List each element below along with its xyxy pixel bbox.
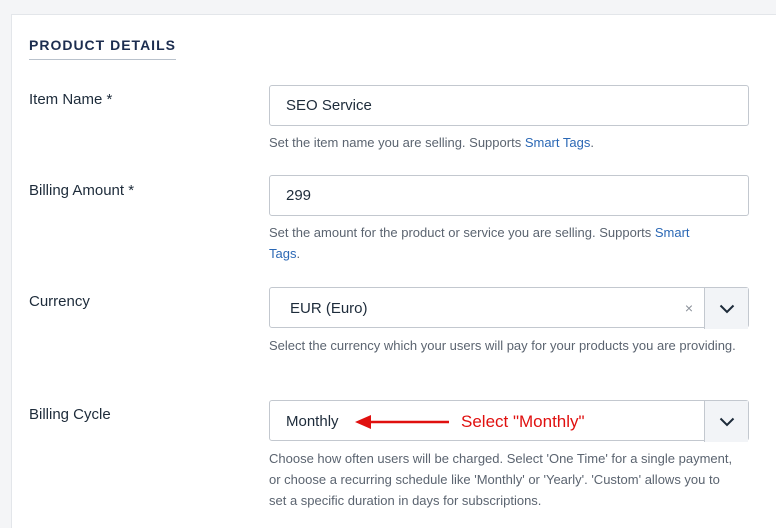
- billing-cycle-help: Choose how often users will be charged. …: [269, 451, 733, 508]
- smart-tags-link-part1[interactable]: Smart: [655, 225, 690, 240]
- smart-tags-link[interactable]: Smart Tags: [525, 135, 591, 150]
- item-name-input[interactable]: SEO Service: [269, 85, 749, 126]
- billing-amount-help: Set the amount for the product or servic…: [269, 222, 739, 264]
- billing-amount-label: Billing Amount *: [29, 182, 135, 199]
- section-title: PRODUCT DETAILS: [29, 37, 176, 60]
- billing-amount-help-text: Set the amount for the product or servic…: [269, 225, 655, 240]
- currency-dropdown-toggle[interactable]: [704, 288, 748, 329]
- close-icon[interactable]: ×: [685, 288, 693, 329]
- billing-amount-help-suffix: .: [296, 246, 301, 261]
- item-name-help: Set the item name you are selling. Suppo…: [269, 132, 739, 153]
- arrow-left-icon: [355, 415, 449, 429]
- smart-tags-link-part2[interactable]: Tags: [269, 246, 296, 261]
- billing-cycle-label: Billing Cycle: [29, 406, 111, 423]
- item-name-label: Item Name *: [29, 91, 113, 108]
- billing-cycle-dropdown-toggle[interactable]: [704, 401, 748, 442]
- annotation-text: Select "Monthly": [461, 412, 585, 431]
- product-details-panel: PRODUCT DETAILS Item Name * SEO Service …: [11, 14, 776, 528]
- chevron-down-icon: [719, 417, 734, 426]
- currency-select[interactable]: EUR (Euro) ×: [269, 287, 749, 329]
- currency-label: Currency: [29, 293, 90, 310]
- item-name-help-suffix: .: [590, 135, 594, 150]
- annotation: Select "Monthly": [355, 412, 585, 432]
- billing-amount-input[interactable]: 299: [269, 175, 749, 216]
- currency-help: Select the currency which your users wil…: [269, 338, 736, 353]
- item-name-help-text: Set the item name you are selling. Suppo…: [269, 135, 525, 150]
- currency-selected-value: EUR (Euro): [290, 300, 368, 317]
- billing-cycle-selected-value: Monthly: [286, 413, 339, 430]
- chevron-down-icon: [719, 304, 734, 313]
